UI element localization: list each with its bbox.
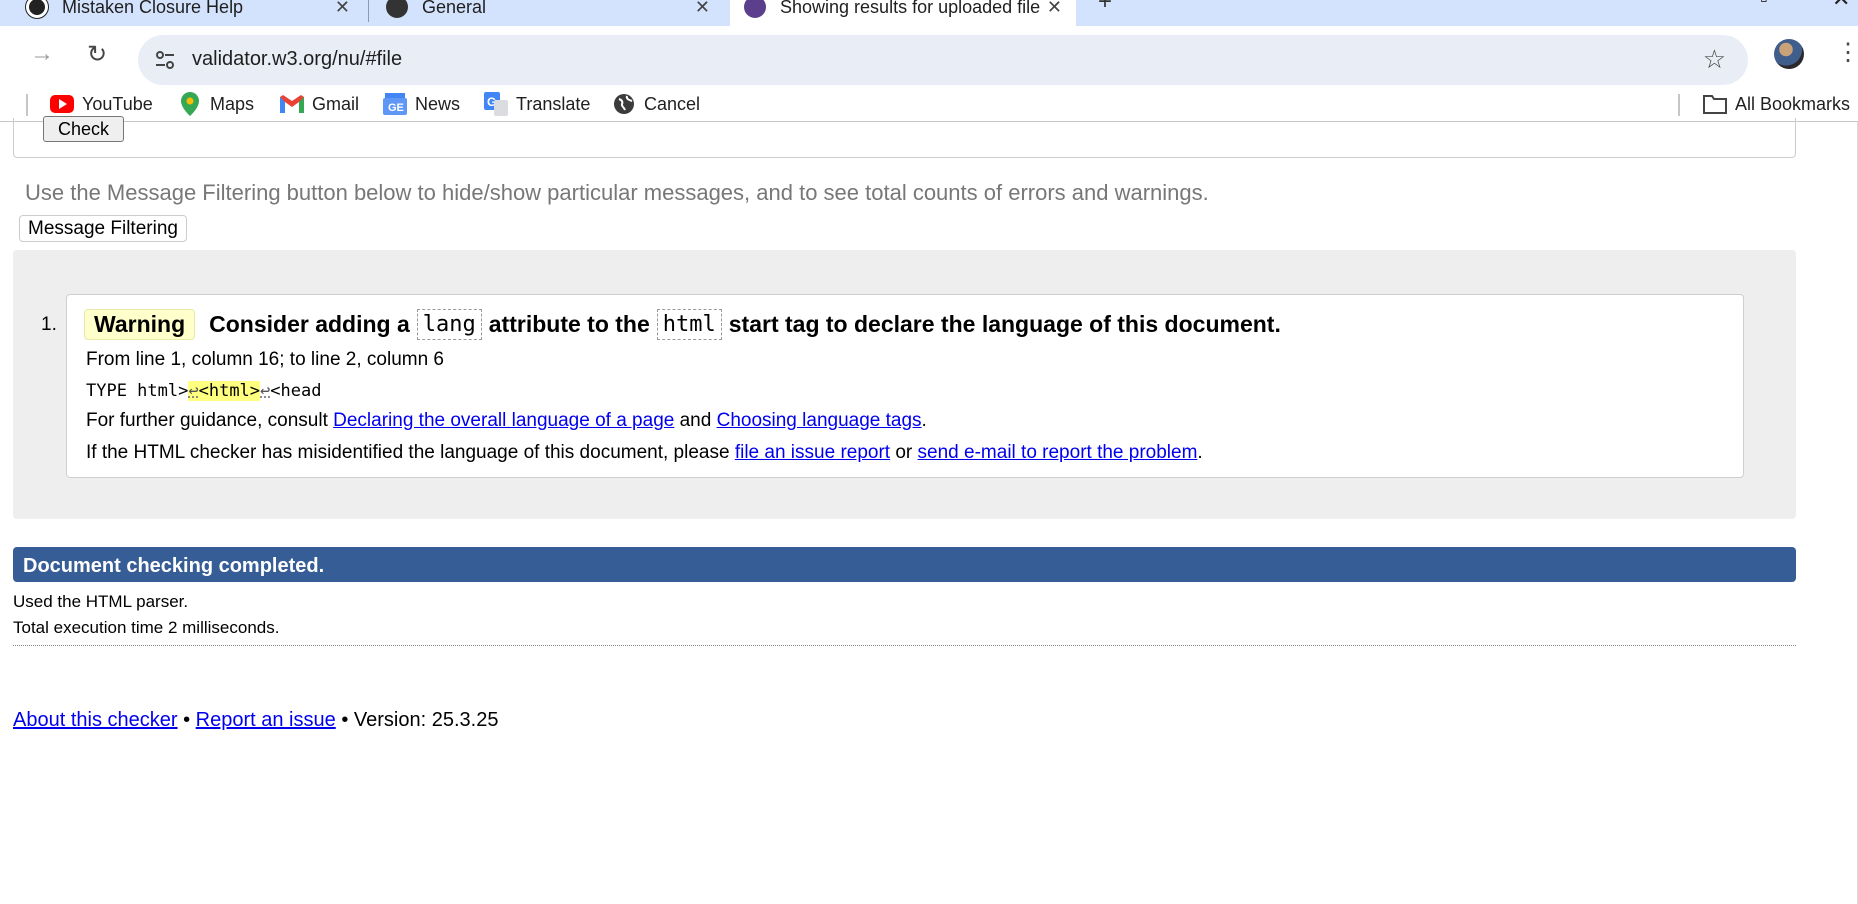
- source-extract: TYPE html>↩<html>↩<head: [86, 381, 321, 401]
- message-heading: Warning Consider adding a lang attribute…: [84, 309, 1281, 340]
- new-tab-icon[interactable]: +: [1098, 0, 1112, 16]
- report-issue-link[interactable]: Report an issue: [196, 709, 336, 731]
- page-content: Check Use the Message Filtering button b…: [0, 116, 1858, 904]
- bookmark-label: Maps: [210, 93, 255, 114]
- folder-icon: [1703, 92, 1727, 116]
- all-bookmarks[interactable]: All Bookmarks: [1703, 90, 1850, 118]
- browser-toolbar: → ↻ validator.w3.org/nu/#file ☆ ⋮ YouTub…: [0, 26, 1858, 122]
- tab-separator: [368, 0, 369, 22]
- bookmark-label: Cancel: [644, 93, 701, 114]
- upload-form-box: [13, 118, 1796, 158]
- tab-mistaken-closure-help[interactable]: Mistaken Closure Help ✕: [12, 0, 364, 26]
- extract-highlight: ↩<html>: [188, 381, 261, 401]
- bookmark-label: Translate: [516, 93, 591, 114]
- gmail-icon: [280, 92, 304, 116]
- bookmark-maps[interactable]: Maps: [178, 90, 254, 118]
- news-icon: GE: [383, 92, 407, 116]
- code-html: html: [656, 309, 722, 340]
- maps-icon: [178, 92, 202, 116]
- version-text: Version: 25.3.25: [353, 709, 499, 731]
- maximize-icon[interactable]: ▫: [1760, 0, 1768, 12]
- bookmark-star-icon[interactable]: ☆: [1703, 44, 1726, 75]
- send-email-link[interactable]: send e-mail to report the problem: [918, 442, 1198, 463]
- guidance-prefix: For further guidance, consult: [86, 410, 328, 431]
- line-feed-icon: ↩: [188, 381, 199, 401]
- tab-general[interactable]: General ✕: [372, 0, 724, 26]
- bookmark-label: Gmail: [312, 93, 360, 114]
- all-bookmarks-label: All Bookmarks: [1735, 93, 1851, 114]
- tab-title: General: [422, 0, 487, 17]
- extract-text: <head: [270, 381, 322, 401]
- bookmark-news[interactable]: GE News: [383, 90, 460, 118]
- tab-title: Showing results for uploaded file: [780, 0, 1041, 17]
- bookmark-cancel[interactable]: Cancel: [612, 90, 700, 118]
- guidance-and: and: [679, 410, 712, 431]
- bookmark-translate[interactable]: G Translate: [484, 90, 590, 118]
- bookmark-label: News: [415, 93, 461, 114]
- tab-title: Mistaken Closure Help: [62, 0, 244, 17]
- about-checker-link[interactable]: About this checker: [13, 709, 178, 731]
- tab-strip: Mistaken Closure Help ✕ General ✕ Showin…: [0, 0, 1858, 26]
- checking-completed-banner: Document checking completed.: [13, 547, 1796, 582]
- close-icon[interactable]: ✕: [1047, 0, 1062, 18]
- results-panel: 1. Warning Consider adding a lang attrib…: [13, 250, 1796, 519]
- misidentified-line: If the HTML checker has misidentified th…: [86, 442, 1203, 464]
- bookmark-label: YouTube: [82, 93, 153, 114]
- footer-separator: •: [341, 709, 349, 731]
- misid-end: .: [1197, 442, 1203, 463]
- site-settings-icon[interactable]: [152, 47, 178, 73]
- close-icon[interactable]: ✕: [695, 0, 710, 18]
- line-feed-icon: ↩: [260, 381, 271, 401]
- message-number: 1.: [41, 314, 57, 335]
- message-text: start tag to declare the language of thi…: [728, 311, 1281, 337]
- footer-separator: •: [183, 709, 191, 731]
- footer-divider: [13, 645, 1796, 646]
- window-close-icon[interactable]: ✕: [1832, 0, 1850, 12]
- guidance-line: For further guidance, consult Declaring …: [86, 410, 927, 432]
- svg-text:GE: GE: [388, 102, 404, 114]
- menu-icon[interactable]: ⋮: [1836, 38, 1858, 67]
- message-text: Consider adding a: [209, 311, 410, 337]
- message-location: From line 1, column 16; to line 2, colum…: [86, 349, 445, 370]
- profile-avatar[interactable]: [1774, 39, 1804, 69]
- reload-icon[interactable]: ↻: [77, 34, 117, 74]
- bookmarks-separator: [1678, 94, 1680, 116]
- filter-hint: Use the Message Filtering button below t…: [25, 180, 1209, 205]
- misid-prefix: If the HTML checker has misidentified th…: [86, 442, 730, 463]
- w3c-icon: [744, 0, 766, 18]
- browser-window: Mistaken Closure Help ✕ General ✕ Showin…: [0, 0, 1858, 904]
- choosing-language-tags-link[interactable]: Choosing language tags: [717, 410, 922, 431]
- address-bar[interactable]: validator.w3.org/nu/#file ☆: [138, 35, 1748, 85]
- globe-icon: [612, 92, 636, 116]
- extract-text: TYPE html>: [86, 381, 189, 401]
- extract-highlight-text: <html>: [198, 381, 261, 401]
- message-text: attribute to the: [488, 311, 650, 337]
- bookmark-youtube[interactable]: YouTube: [50, 90, 153, 118]
- close-icon[interactable]: ✕: [335, 0, 350, 18]
- execution-time: Total execution time 2 milliseconds.: [13, 618, 280, 637]
- github-icon: [386, 0, 408, 18]
- youtube-icon: [50, 92, 74, 116]
- tab-validator-results[interactable]: Showing results for uploaded file ✕: [730, 0, 1076, 26]
- check-button[interactable]: Check: [43, 116, 124, 142]
- misid-or: or: [895, 442, 913, 463]
- url-text[interactable]: validator.w3.org/nu/#file: [192, 48, 402, 71]
- bookmarks-separator: [26, 94, 28, 116]
- footer: About this checker • Report an issue • V…: [13, 709, 498, 732]
- bookmark-gmail[interactable]: Gmail: [280, 90, 359, 118]
- warning-message: Warning Consider adding a lang attribute…: [66, 294, 1744, 478]
- file-issue-link[interactable]: file an issue report: [735, 442, 890, 463]
- forward-icon[interactable]: →: [22, 34, 62, 74]
- declaring-language-link[interactable]: Declaring the overall language of a page: [333, 410, 674, 431]
- translate-icon: G: [484, 92, 508, 116]
- bookmarks-bar: YouTube Maps Gmail GE News G Translate C…: [0, 86, 1858, 122]
- guidance-end: .: [921, 410, 927, 431]
- warning-badge: Warning: [84, 309, 196, 340]
- code-lang: lang: [416, 309, 482, 340]
- message-filtering-button[interactable]: Message Filtering: [19, 215, 187, 242]
- parser-info: Used the HTML parser.: [13, 592, 189, 611]
- openai-icon: [26, 0, 48, 18]
